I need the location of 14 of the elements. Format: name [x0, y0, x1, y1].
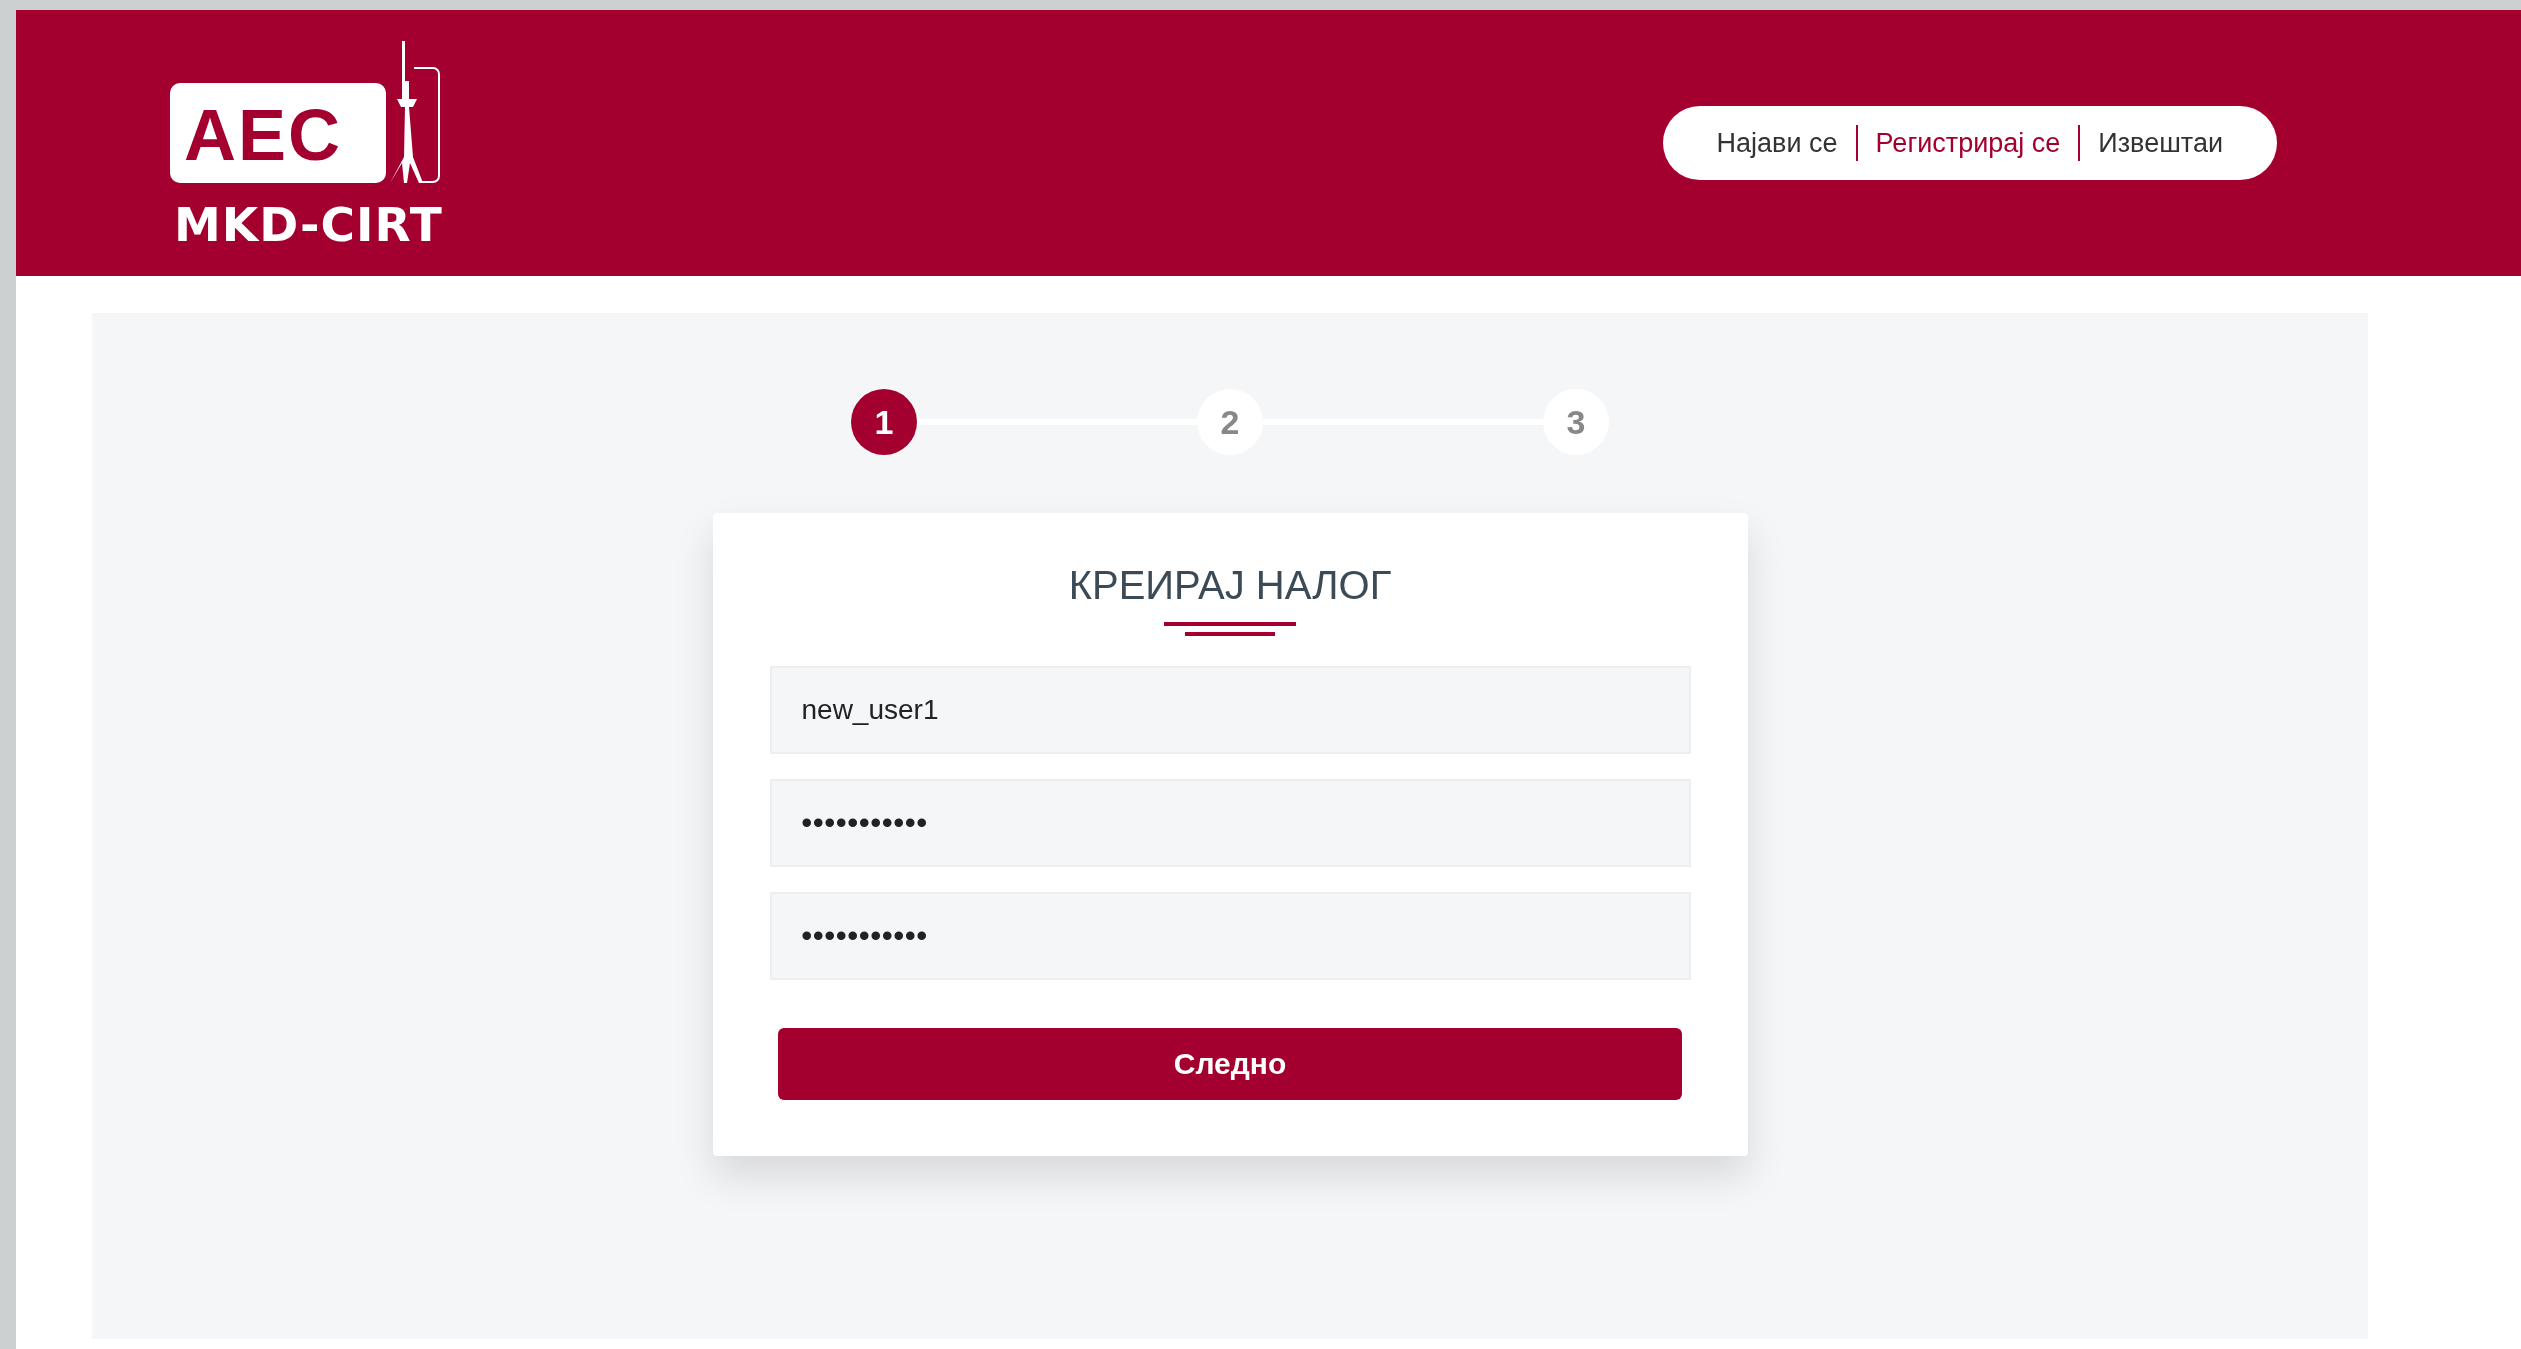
nav-link[interactable]: Најави се	[1698, 127, 1856, 159]
step-circle: 1	[851, 389, 917, 455]
step-circle: 3	[1543, 389, 1609, 455]
username-field[interactable]: new_user1	[769, 666, 1691, 754]
password-field[interactable]: •••••••••••	[769, 892, 1691, 980]
nav-link[interactable]: Регистрирај се	[1857, 127, 2079, 159]
password-field[interactable]: •••••••••••	[769, 779, 1691, 867]
nav-link[interactable]: Извештаи	[2080, 127, 2241, 159]
logo-text: MKD-CIRT	[174, 196, 443, 252]
form-title: КРЕИРАЈ НАЛОГ	[1068, 563, 1392, 608]
step-circle: 2	[1197, 389, 1263, 455]
logo-mark: AEC	[170, 82, 386, 183]
next-button[interactable]: Следно	[778, 1028, 1682, 1100]
tower-icon	[390, 40, 440, 183]
